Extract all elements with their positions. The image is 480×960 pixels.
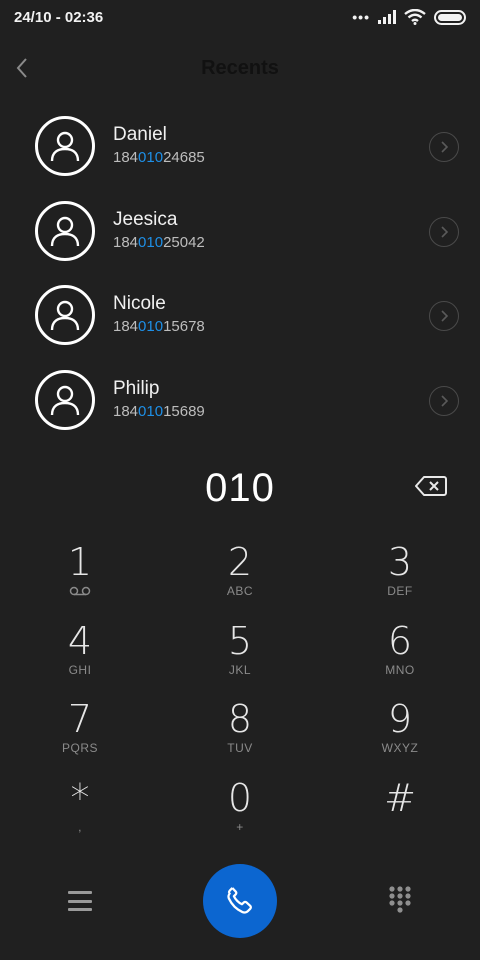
key-hash[interactable]: # <box>320 774 480 853</box>
wifi-icon <box>404 9 426 25</box>
chevron-right-circle-icon <box>441 395 449 407</box>
bottom-bar <box>0 862 480 942</box>
page-title: Recents <box>201 56 279 79</box>
key-2[interactable]: 2 ABC <box>160 538 320 617</box>
battery-icon <box>434 9 466 25</box>
avatar <box>35 116 95 176</box>
recent-contact-row[interactable]: Jeesica 18401025042 <box>0 189 480 274</box>
chevron-left-icon <box>16 58 27 78</box>
key-letters: + <box>236 819 244 834</box>
key-9[interactable]: 9 WXYZ <box>320 695 480 774</box>
contact-name: Philip <box>113 377 160 399</box>
key-digit: # <box>384 775 416 820</box>
number-match-highlight: 010 <box>138 318 164 336</box>
key-digit: 7 <box>67 697 93 741</box>
key-1[interactable]: 1 <box>0 538 160 617</box>
recent-contact-row[interactable]: Philip 18401015689 <box>0 358 480 443</box>
key-digit: 4 <box>67 618 93 663</box>
signal-dots: ••• <box>352 9 370 25</box>
dial-display: 010 <box>0 458 480 518</box>
key-0[interactable]: 0 + <box>160 774 320 853</box>
person-icon <box>50 385 80 415</box>
key-4[interactable]: 4 GHI <box>0 617 160 696</box>
avatar <box>35 200 95 261</box>
contact-detail-button[interactable] <box>429 132 459 162</box>
key-3[interactable]: 3 DEF <box>320 538 480 617</box>
recent-contact-row[interactable]: Daniel 18401024685 <box>0 104 480 189</box>
call-button[interactable] <box>203 864 277 938</box>
keypad: 1 2 ABC 3 DEF 4 GHI 5 JKL 6 MNO 7 PQRS 8 TUV 9 WXYZ *, 0 +… <box>0 538 480 852</box>
keypad-toggle-button[interactable] <box>384 884 416 916</box>
back-button[interactable] <box>8 52 36 84</box>
contact-number: 18401015678 <box>113 318 205 336</box>
status-time: 24/10 - 02:36 <box>14 8 104 26</box>
hamburger-menu-icon <box>68 891 92 894</box>
contact-detail-button[interactable] <box>429 301 459 332</box>
key-letters: GHI <box>68 662 92 677</box>
avatar <box>35 369 95 430</box>
key-7[interactable]: 7 PQRS <box>0 695 160 774</box>
person-icon <box>50 216 80 246</box>
number-match-highlight: 010 <box>138 402 164 420</box>
key-letters: MNO <box>385 662 415 677</box>
header: Recents <box>0 34 480 102</box>
key-star[interactable]: *, <box>0 774 160 853</box>
backspace-button[interactable] <box>414 472 448 500</box>
chevron-right-circle-icon <box>441 226 449 238</box>
phone-icon <box>227 887 252 914</box>
key-letters: PQRS <box>61 741 98 755</box>
person-icon <box>50 131 80 162</box>
contact-number: 18401025042 <box>113 233 205 251</box>
key-5[interactable]: 5 JKL <box>160 617 320 696</box>
dialpad-icon <box>389 886 411 913</box>
contact-detail-button[interactable] <box>429 216 459 247</box>
status-bar: 24/10 - 02:36 ••• <box>0 0 480 34</box>
key-digit: 0 <box>227 775 253 820</box>
chevron-right-circle-icon <box>441 141 449 153</box>
status-icons: ••• <box>352 9 466 25</box>
contact-name: Jeesica <box>113 208 178 230</box>
person-icon <box>50 300 80 331</box>
key-digit: 8 <box>227 697 253 741</box>
contact-name: Daniel <box>113 124 167 145</box>
key-letters: WXYZ <box>381 741 419 755</box>
contact-detail-button[interactable] <box>429 385 459 416</box>
contact-number: 18401015689 <box>113 402 205 420</box>
key-letters: DEF <box>387 584 413 598</box>
key-digit: 3 <box>387 540 413 584</box>
key-8[interactable]: 8 TUV <box>160 695 320 774</box>
dial-input[interactable]: 010 <box>205 466 275 511</box>
backspace-icon <box>415 476 447 496</box>
key-digit: 1 <box>67 540 93 584</box>
number-match-highlight: 010 <box>138 149 164 166</box>
key-digit: * <box>70 775 90 820</box>
key-digit: 5 <box>227 618 253 663</box>
recents-list: Daniel 18401024685 Jeesica 18401025042 N… <box>0 104 480 442</box>
voicemail-icon <box>69 586 91 596</box>
contact-name: Nicole <box>113 293 166 315</box>
number-match-highlight: 010 <box>138 233 164 251</box>
key-digit: 2 <box>227 540 253 584</box>
key-letters: JKL <box>228 662 252 677</box>
chevron-right-circle-icon <box>441 310 449 322</box>
avatar <box>35 285 95 346</box>
key-6[interactable]: 6 MNO <box>320 617 480 696</box>
key-letters: ABC <box>226 584 254 598</box>
key-letters: , <box>78 819 82 834</box>
key-digit: 9 <box>387 697 413 741</box>
menu-button[interactable] <box>66 888 94 914</box>
recent-contact-row[interactable]: Nicole 18401015678 <box>0 273 480 358</box>
key-digit: 6 <box>387 618 413 663</box>
signal-icon <box>378 10 396 24</box>
contact-number: 18401024685 <box>113 149 205 166</box>
key-letters: TUV <box>227 741 253 755</box>
